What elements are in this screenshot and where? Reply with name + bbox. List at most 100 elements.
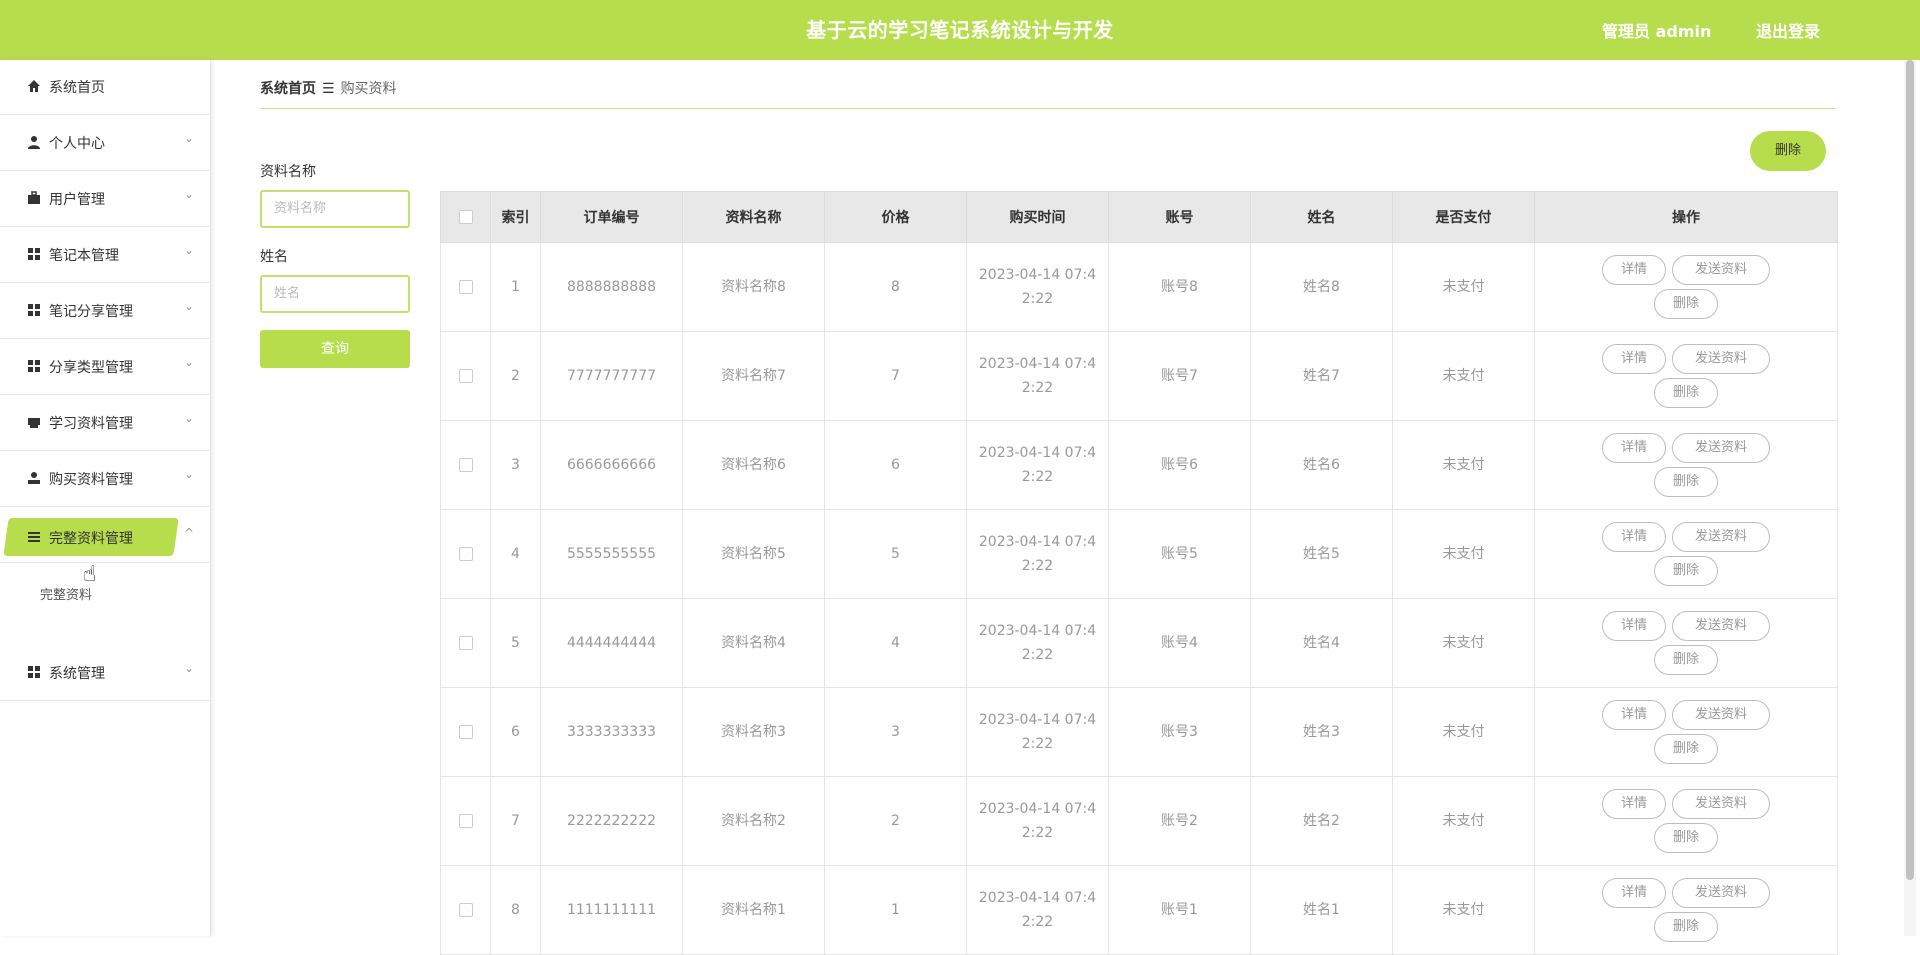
row-select-cell[interactable] — [440, 865, 491, 955]
send-button[interactable]: 发送资料 — [1672, 255, 1771, 285]
cell-name: 资料名称4 — [682, 598, 825, 688]
row-select-cell[interactable] — [440, 509, 491, 599]
detail-button[interactable]: 详情 — [1601, 255, 1666, 285]
cell-account: 账号1 — [1108, 865, 1251, 955]
cell-person: 姓名7 — [1250, 331, 1393, 421]
cell-paid: 未支付 — [1392, 509, 1535, 599]
sidebar-item-3[interactable]: 笔记本管理 ⌄ — [0, 228, 210, 283]
detail-button[interactable]: 详情 — [1601, 522, 1666, 552]
chevron-down-icon: ⌄ — [184, 299, 195, 313]
sidebar-item-label: 用户管理 — [49, 192, 105, 208]
row-checkbox[interactable] — [458, 725, 473, 739]
person-filter-input[interactable]: 姓名 — [260, 275, 410, 313]
cell-time: 2023-04-14 07:4 2:22 — [966, 598, 1109, 688]
row-select-cell[interactable] — [440, 598, 491, 688]
row-select-cell[interactable] — [440, 331, 491, 421]
cell-paid: 未支付 — [1392, 420, 1535, 510]
cell-time-line1: 2023-04-14 07:4 — [978, 445, 1097, 461]
cell-time-line2: 2:22 — [1021, 380, 1054, 396]
row-checkbox[interactable] — [458, 280, 473, 294]
select-all-cell[interactable] — [440, 191, 491, 243]
cell-time-line2: 2:22 — [1021, 825, 1054, 841]
sidebar-item-1[interactable]: 个人中心 ⌄ — [0, 116, 210, 171]
header-person: 姓名 — [1250, 191, 1393, 243]
cell-paid: 未支付 — [1392, 331, 1535, 421]
send-button[interactable]: 发送资料 — [1672, 878, 1771, 908]
sidebar-item-label: 个人中心 — [49, 136, 105, 152]
cell-name: 资料名称3 — [682, 687, 825, 777]
row-checkbox[interactable] — [458, 814, 473, 828]
delete-button[interactable]: 删除 — [1653, 734, 1718, 764]
delete-button[interactable]: 删除 — [1653, 467, 1718, 497]
row-select-cell[interactable] — [440, 420, 491, 510]
briefcase-icon — [27, 191, 41, 205]
sidebar-item-5[interactable]: 分享类型管理 ⌄ — [0, 340, 210, 395]
sidebar-item-6[interactable]: 学习资料管理 ⌄ — [0, 396, 210, 451]
select-all-checkbox[interactable] — [458, 210, 473, 224]
delete-button[interactable]: 删除 — [1653, 912, 1718, 942]
header-name: 资料名称 — [682, 191, 825, 243]
cell-index: 4 — [490, 509, 541, 599]
row-checkbox[interactable] — [458, 636, 473, 650]
detail-button[interactable]: 详情 — [1601, 433, 1666, 463]
cell-order: 4444444444 — [540, 598, 683, 688]
detail-button[interactable]: 详情 — [1601, 789, 1666, 819]
sidebar-item-label: 笔记分享管理 — [49, 304, 133, 320]
logout-link[interactable]: 退出登录 — [1756, 18, 1820, 42]
header-account: 账号 — [1108, 191, 1251, 243]
cell-order: 8888888888 — [540, 242, 683, 332]
scrollbar-thumb[interactable] — [1906, 60, 1914, 880]
cell-person: 姓名6 — [1250, 420, 1393, 510]
send-button[interactable]: 发送资料 — [1672, 611, 1771, 641]
row-checkbox[interactable] — [458, 547, 473, 561]
batch-delete-button[interactable]: 删除 — [1750, 131, 1826, 171]
breadcrumb-home[interactable]: 系统首页 — [260, 81, 316, 97]
sidebar-item-4[interactable]: 笔记分享管理 ⌄ — [0, 284, 210, 339]
row-select-cell[interactable] — [440, 687, 491, 777]
delete-button[interactable]: 删除 — [1653, 556, 1718, 586]
sidebar-item-0[interactable]: 系统首页 — [0, 60, 210, 115]
chevron-down-icon: ⌄ — [184, 411, 195, 425]
detail-button[interactable]: 详情 — [1601, 344, 1666, 374]
cell-price: 2 — [824, 776, 967, 866]
send-button[interactable]: 发送资料 — [1672, 344, 1771, 374]
query-button[interactable]: 查询 — [260, 330, 410, 368]
row-select-cell[interactable] — [440, 776, 491, 866]
cell-account: 账号5 — [1108, 509, 1251, 599]
menu-icon — [27, 530, 41, 544]
detail-button[interactable]: 详情 — [1601, 878, 1666, 908]
chevron-down-icon: ⌄ — [184, 355, 195, 369]
cell-paid: 未支付 — [1392, 865, 1535, 955]
cell-price: 3 — [824, 687, 967, 777]
sidebar-item-2[interactable]: 用户管理 ⌄ — [0, 172, 210, 227]
delete-button[interactable]: 删除 — [1653, 823, 1718, 853]
cell-paid: 未支付 — [1392, 598, 1535, 688]
cell-actions: 详情 发送资料删除 — [1534, 598, 1838, 688]
home-icon — [27, 79, 41, 93]
name-filter-input[interactable]: 资料名称 — [260, 190, 410, 228]
detail-button[interactable]: 详情 — [1601, 611, 1666, 641]
cell-person: 姓名3 — [1250, 687, 1393, 777]
sidebar-item-7[interactable]: 购买资料管理 ⌄ — [0, 452, 210, 507]
row-select-cell[interactable] — [440, 242, 491, 332]
page-scrollbar[interactable] — [1904, 60, 1916, 936]
cell-order: 2222222222 — [540, 776, 683, 866]
row-checkbox[interactable] — [458, 458, 473, 472]
cell-account: 账号7 — [1108, 331, 1251, 421]
row-checkbox[interactable] — [458, 369, 473, 383]
send-button[interactable]: 发送资料 — [1672, 433, 1771, 463]
sidebar-item-9[interactable]: 系统管理 ⌄ — [0, 646, 210, 701]
data-table: 索引 订单编号 资料名称 价格 购买时间 账号 姓名 是否支付 操作 1 8888… — [440, 191, 1838, 955]
sidebar-item-8[interactable]: 完整资料管理 ^ — [0, 508, 210, 563]
delete-button[interactable]: 删除 — [1653, 645, 1718, 675]
delete-button[interactable]: 删除 — [1653, 289, 1718, 319]
send-button[interactable]: 发送资料 — [1672, 789, 1771, 819]
delete-button[interactable]: 删除 — [1653, 378, 1718, 408]
cell-price: 6 — [824, 420, 967, 510]
send-button[interactable]: 发送资料 — [1672, 700, 1771, 730]
cell-time: 2023-04-14 07:4 2:22 — [966, 776, 1109, 866]
detail-button[interactable]: 详情 — [1601, 700, 1666, 730]
send-button[interactable]: 发送资料 — [1672, 522, 1771, 552]
sidebar-item-label: 分享类型管理 — [49, 360, 133, 376]
row-checkbox[interactable] — [458, 903, 473, 917]
